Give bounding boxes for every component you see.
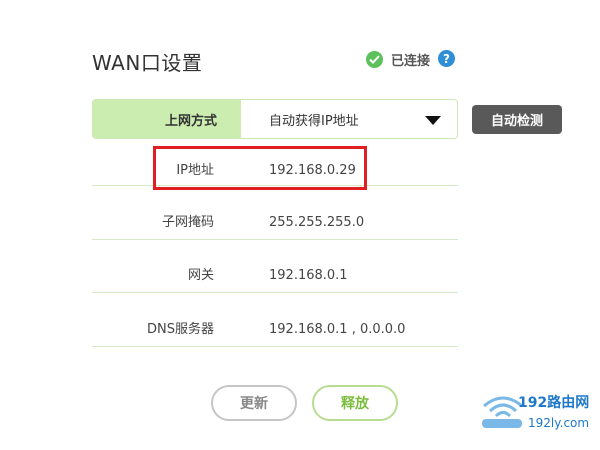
dns-label: DNS服务器 (147, 322, 214, 337)
connection-status: 已连接 (366, 50, 430, 69)
divider (92, 292, 458, 293)
caret-down-icon (425, 116, 441, 125)
connection-type-value: 自动获得IP地址 (269, 113, 359, 129)
watermark-url: 192ly.com (528, 416, 590, 430)
refresh-button[interactable]: 更新 (211, 385, 297, 421)
divider (92, 239, 458, 240)
watermark-title: 192路由网 (518, 395, 590, 411)
watermark: 192路由网 192ly.com (480, 392, 600, 442)
connection-type-label: 上网方式 (93, 100, 241, 138)
dns-row: DNS服务器 192.168.0.1 , 0.0.0.0 (92, 305, 458, 355)
subnet-row: 子网掩码 255.255.255.0 (92, 198, 458, 248)
connection-type-select[interactable]: 自动获得IP地址 (241, 100, 457, 138)
release-button[interactable]: 释放 (312, 385, 398, 421)
subnet-label: 子网掩码 (161, 215, 214, 230)
divider (92, 346, 458, 347)
subnet-value: 255.255.255.0 (269, 215, 365, 230)
gateway-value: 192.168.0.1 (269, 268, 348, 283)
dns-value: 192.168.0.1 , 0.0.0.0 (269, 322, 406, 337)
question-icon[interactable]: ? (438, 50, 455, 67)
ip-highlight-box (153, 146, 367, 190)
auto-detect-button[interactable]: 自动检测 (472, 105, 562, 134)
gateway-label: 网关 (187, 268, 214, 283)
check-circle-icon (366, 51, 383, 68)
gateway-row: 网关 192.168.0.1 (92, 251, 458, 301)
status-text: 已连接 (391, 54, 431, 69)
page-title: WAN口设置 (92, 51, 203, 75)
connection-type-row: 上网方式 自动获得IP地址 (92, 99, 458, 139)
